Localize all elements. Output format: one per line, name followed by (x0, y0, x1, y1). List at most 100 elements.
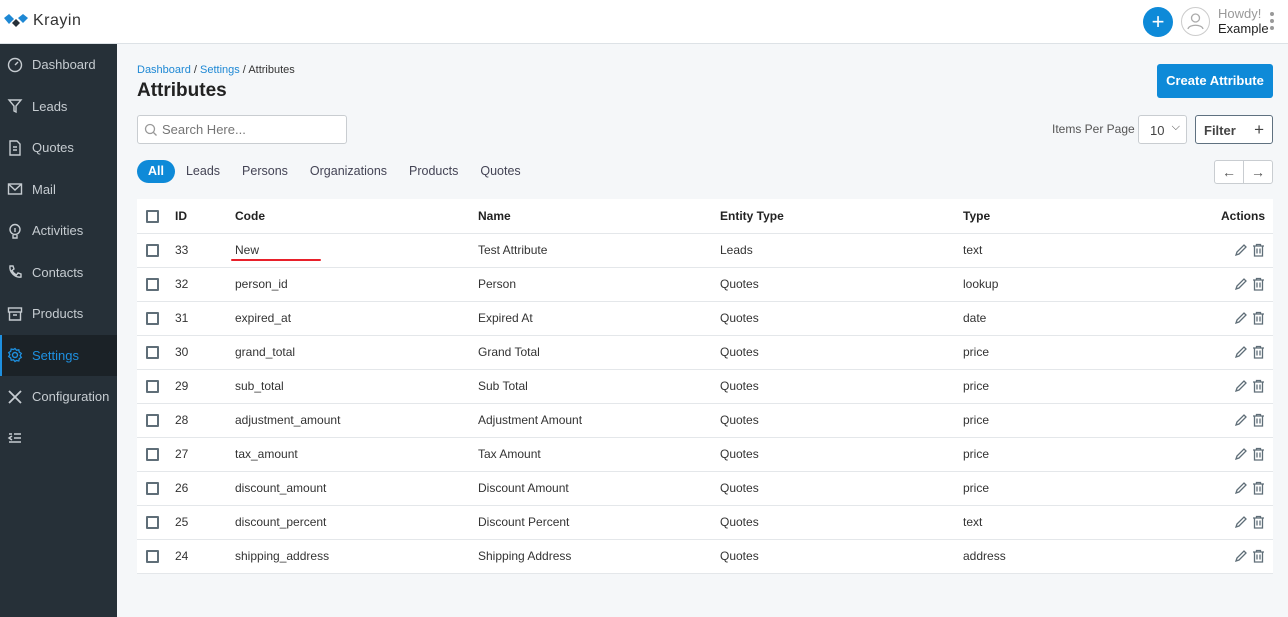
delete-icon[interactable] (1252, 379, 1265, 394)
sidebar-item-label: Configuration (32, 389, 110, 405)
tab-all[interactable]: All (137, 160, 175, 183)
delete-icon[interactable] (1252, 481, 1265, 496)
phone-icon (9, 265, 22, 279)
cell-id: 33 (175, 233, 235, 268)
create-attribute-button[interactable]: Create Attribute (1157, 64, 1273, 98)
cell-name: Expired At (478, 301, 720, 336)
tab-organizations[interactable]: Organizations (299, 160, 398, 183)
tab-quotes[interactable]: Quotes (469, 160, 531, 183)
quick-add-button[interactable]: + (1143, 7, 1173, 37)
row-checkbox[interactable] (146, 482, 159, 496)
sidebar-item-products[interactable]: Products (0, 293, 117, 335)
edit-icon[interactable] (1234, 345, 1248, 359)
breadcrumb-current: Attributes (248, 64, 295, 76)
sidebar-item-activities[interactable]: Activities (0, 210, 117, 252)
pager: ← → (1214, 160, 1273, 184)
edit-icon[interactable] (1234, 447, 1248, 461)
delete-icon[interactable] (1252, 311, 1265, 326)
delete-icon[interactable] (1252, 447, 1265, 462)
sidebar-item-quotes[interactable]: Quotes (0, 127, 117, 169)
edit-icon[interactable] (1234, 549, 1248, 563)
sidebar-item-mail[interactable]: Mail (0, 169, 117, 211)
delete-icon[interactable] (1252, 277, 1265, 292)
cell-entity-type: Quotes (720, 505, 963, 540)
cell-type: text (963, 505, 1103, 540)
delete-icon[interactable] (1252, 413, 1265, 428)
sidebar-item-contacts[interactable]: Contacts (0, 252, 117, 294)
row-checkbox[interactable] (146, 516, 159, 530)
tab-persons[interactable]: Persons (231, 160, 299, 183)
items-per-page-select[interactable]: 10 ⌵ (1138, 115, 1187, 144)
search-input[interactable] (162, 122, 342, 137)
filter-button[interactable]: Filter + (1195, 115, 1273, 144)
row-checkbox[interactable] (146, 380, 159, 394)
plus-icon: + (1254, 120, 1264, 139)
red-annotation-underline (231, 259, 321, 261)
edit-icon[interactable] (1234, 311, 1248, 325)
sidebar-item-label: Activities (32, 223, 84, 239)
avatar[interactable] (1181, 7, 1210, 36)
edit-icon[interactable] (1234, 515, 1248, 529)
row-checkbox[interactable] (146, 244, 159, 258)
box-icon (7, 307, 23, 321)
tab-leads[interactable]: Leads (175, 160, 231, 183)
sidebar-item-leads[interactable]: Leads (0, 86, 117, 128)
next-page-button[interactable]: → (1244, 161, 1272, 183)
cell-code: grand_total (235, 335, 478, 370)
cell-name: Grand Total (478, 335, 720, 370)
edit-icon[interactable] (1234, 379, 1248, 393)
delete-icon[interactable] (1252, 515, 1265, 530)
user-name[interactable]: Example (1218, 21, 1269, 36)
tab-products[interactable]: Products (398, 160, 469, 183)
bulb-icon (9, 223, 21, 239)
column-entity-type[interactable]: Entity Type (720, 199, 963, 234)
delete-icon[interactable] (1252, 345, 1265, 360)
previous-page-button[interactable]: ← (1215, 161, 1244, 183)
top-bar: Krayin + Howdy! Example (0, 0, 1288, 44)
table-row: 29 sub_total Sub Total Quotes price (137, 369, 1273, 404)
document-icon (9, 140, 21, 156)
cell-code: person_id (235, 267, 478, 302)
cell-id: 28 (175, 403, 235, 438)
collapse-sidebar-button[interactable] (0, 418, 117, 460)
attributes-table: ID Code Name Entity Type Type Actions 33… (137, 199, 1273, 574)
sidebar-item-settings[interactable]: Settings (0, 334, 117, 376)
table-header-row: ID Code Name Entity Type Type Actions (137, 199, 1273, 234)
row-checkbox[interactable] (146, 414, 159, 428)
edit-icon[interactable] (1234, 481, 1248, 495)
cell-code: shipping_address (235, 539, 478, 574)
cell-code: sub_total (235, 369, 478, 404)
table-row: 26 discount_amount Discount Amount Quotes pr… (137, 471, 1273, 506)
row-checkbox[interactable] (146, 346, 159, 360)
column-name[interactable]: Name (478, 199, 720, 234)
items-per-page-label: Items Per Page (1052, 122, 1135, 136)
cell-entity-type: Quotes (720, 369, 963, 404)
edit-icon[interactable] (1234, 277, 1248, 291)
more-menu-icon[interactable] (1270, 12, 1276, 33)
cell-entity-type: Quotes (720, 335, 963, 370)
page-title: Attributes (137, 80, 227, 101)
column-type[interactable]: Type (963, 199, 1103, 234)
cell-entity-type: Quotes (720, 267, 963, 302)
row-checkbox[interactable] (146, 550, 159, 564)
sidebar-item-configuration[interactable]: Configuration (0, 376, 117, 418)
delete-icon[interactable] (1252, 549, 1265, 564)
edit-icon[interactable] (1234, 413, 1248, 427)
dashboard-icon (7, 57, 23, 72)
column-code[interactable]: Code (235, 199, 478, 234)
sidebar-item-dashboard[interactable]: Dashboard (0, 44, 117, 86)
row-checkbox[interactable] (146, 448, 159, 462)
breadcrumb-dashboard[interactable]: Dashboard (137, 64, 191, 76)
column-id[interactable]: ID (175, 199, 235, 234)
select-all-checkbox[interactable] (146, 209, 159, 223)
breadcrumb-settings[interactable]: Settings (200, 64, 240, 76)
delete-icon[interactable] (1252, 243, 1265, 258)
logo[interactable]: Krayin (4, 12, 81, 30)
row-checkbox[interactable] (146, 312, 159, 326)
search-box[interactable] (137, 115, 347, 144)
cell-name: Discount Percent (478, 505, 720, 540)
edit-icon[interactable] (1234, 243, 1248, 257)
row-checkbox[interactable] (146, 278, 159, 292)
mail-icon (7, 183, 23, 195)
cell-name: Adjustment Amount (478, 403, 720, 438)
